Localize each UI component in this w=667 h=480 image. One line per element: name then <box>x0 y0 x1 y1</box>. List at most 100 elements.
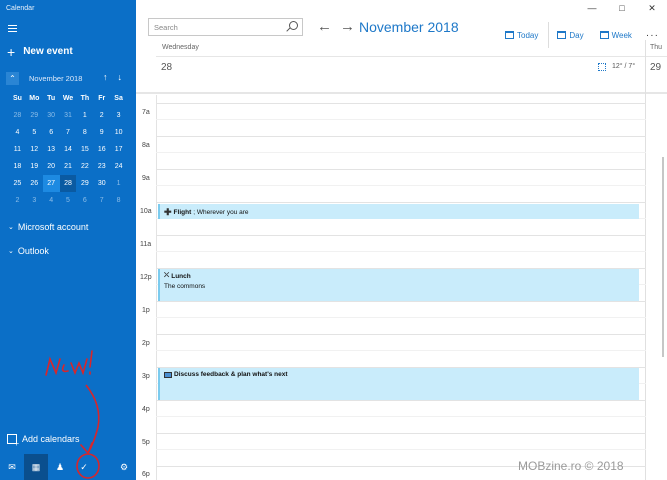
mini-calendar-today[interactable]: 27 <box>42 175 60 192</box>
mini-calendar-day[interactable]: 3 <box>26 192 43 209</box>
account-outlook[interactable]: ⌄ Outlook <box>8 246 49 256</box>
account-microsoft[interactable]: ⌄ Microsoft account <box>8 222 88 232</box>
mini-calendar-day[interactable]: 25 <box>9 175 26 192</box>
mini-calendar-day[interactable]: 12 <box>26 141 43 158</box>
close-icon[interactable]: ✕ <box>637 0 667 16</box>
current-month-title[interactable]: November 2018 <box>359 19 459 35</box>
next-day-weekday: Thu <box>650 44 663 51</box>
mini-calendar-day[interactable]: 15 <box>76 141 93 158</box>
mini-calendar-day[interactable]: 18 <box>9 158 26 175</box>
arrow-right-icon[interactable]: → <box>340 18 355 35</box>
mini-calendar-day[interactable]: 2 <box>93 107 110 124</box>
header-divider <box>156 56 667 57</box>
mail-icon[interactable]: ✉ <box>0 454 24 480</box>
mini-calendar-day[interactable]: 6 <box>43 124 60 141</box>
mini-calendar-day[interactable]: 21 <box>60 158 77 175</box>
mini-calendar-day[interactable]: 11 <box>9 141 26 158</box>
day-label: Day <box>569 30 584 40</box>
account-label: Microsoft account <box>17 222 89 232</box>
time-grid[interactable]: 7a 8a 9a 10a 11a 12p 1p 2p 3p 4p 5p 6p ✚… <box>136 95 667 480</box>
mini-calendar-day[interactable]: 23 <box>93 158 110 175</box>
day-column-weekday: Wednesday <box>162 44 199 51</box>
event-lunch[interactable]: ⛌ Lunch The commons <box>158 269 639 301</box>
mini-calendar-day[interactable]: 2 <box>9 192 26 209</box>
event-location: The commons <box>164 283 206 290</box>
mini-calendar-day[interactable]: 4 <box>9 124 26 141</box>
calendar-today-icon <box>505 31 514 39</box>
week-label: Week <box>611 30 632 40</box>
event-title: Lunch <box>171 272 191 280</box>
event-flight[interactable]: ✚ Flight; Wherever you are <box>158 204 639 219</box>
mini-calendar-day[interactable]: 8 <box>110 192 127 209</box>
mini-calendar-day[interactable]: 20 <box>43 158 60 175</box>
fork-knife-icon: ⛌ <box>164 272 170 279</box>
mini-calendar-day[interactable]: 30 <box>93 175 110 192</box>
mini-calendar-day[interactable]: 26 <box>26 175 43 192</box>
weather-temperature: 12° / 7° <box>612 63 636 70</box>
vertical-scrollbar[interactable] <box>662 157 664 357</box>
people-icon[interactable]: ♟ <box>48 454 72 480</box>
mini-calendar-selected-day[interactable]: 28 <box>59 175 77 192</box>
todo-icon[interactable]: ✓ <box>72 454 96 480</box>
mini-calendar-day[interactable]: 4 <box>43 192 60 209</box>
mini-calendar-day[interactable]: 17 <box>110 141 127 158</box>
today-button[interactable]: Today <box>505 31 538 40</box>
mini-calendar-day[interactable]: 19 <box>26 158 43 175</box>
more-options-icon[interactable]: ··· <box>646 30 659 41</box>
event-detail: ; Wherever you are <box>193 209 249 216</box>
mini-calendar-day[interactable]: 5 <box>60 192 77 209</box>
mini-calendar-day[interactable]: 6 <box>76 192 93 209</box>
mini-calendar-day[interactable]: 14 <box>60 141 77 158</box>
mini-calendar-day[interactable]: 29 <box>76 175 93 192</box>
weekday-header: Th <box>80 95 90 102</box>
account-label: Outlook <box>17 246 49 256</box>
weekday-header: Sa <box>114 95 123 102</box>
hamburger-menu-icon[interactable] <box>8 25 17 34</box>
week-view-button[interactable]: Week <box>599 30 632 40</box>
mini-calendar-day[interactable]: 28 <box>9 107 26 124</box>
arrow-left-icon[interactable]: ← <box>317 18 332 35</box>
minimize-icon[interactable]: — <box>577 0 607 16</box>
mini-calendar-day[interactable]: 22 <box>76 158 93 175</box>
mini-calendar-day[interactable]: 16 <box>93 141 110 158</box>
mini-calendar-day[interactable]: 30 <box>43 107 60 124</box>
new-event-button[interactable]: + New event <box>7 45 73 59</box>
mini-calendar-day[interactable]: 3 <box>110 107 127 124</box>
time-label: 8a <box>142 142 150 149</box>
time-label: 1p <box>142 307 150 314</box>
toolbar-divider <box>548 22 550 48</box>
mini-calendar-day[interactable]: 24 <box>110 158 127 175</box>
search-icon[interactable] <box>289 21 298 30</box>
mini-calendar-day[interactable]: 10 <box>110 124 127 141</box>
mini-calendar-day[interactable]: 1 <box>110 175 127 192</box>
search-input[interactable]: Search <box>148 18 303 36</box>
mini-calendar-month[interactable]: November 2018 <box>29 74 82 83</box>
day-view-button[interactable]: Day <box>557 30 584 40</box>
mini-calendar-day[interactable]: 5 <box>26 124 43 141</box>
mini-calendar-day[interactable]: 13 <box>43 141 60 158</box>
calendar-icon[interactable]: ▦ <box>24 454 48 480</box>
add-calendars-button[interactable]: Add calendars <box>7 434 80 448</box>
maximize-icon[interactable]: □ <box>607 0 637 16</box>
add-calendar-icon <box>7 434 19 448</box>
arrow-up-icon[interactable]: ↑ <box>103 72 108 82</box>
chevron-down-icon: ⌄ <box>8 248 14 255</box>
chevron-up-icon[interactable]: ⌃ <box>6 71 19 85</box>
event-title: Discuss feedback & plan what's next <box>174 371 288 378</box>
mini-calendar-day[interactable]: 29 <box>26 107 43 124</box>
mini-calendar-day[interactable]: 9 <box>93 124 110 141</box>
watermark: MOBzine.ro © 2018 <box>518 459 624 473</box>
weekday-header: We <box>62 95 74 102</box>
event-discuss-feedback[interactable]: Discuss feedback & plan what's next <box>158 368 639 400</box>
mini-calendar-day[interactable]: 7 <box>60 124 77 141</box>
settings-icon[interactable]: ⚙ <box>112 454 136 480</box>
window-controls: — □ ✕ <box>577 0 667 16</box>
time-label: 11a <box>140 241 152 248</box>
mini-calendar-day[interactable]: 8 <box>76 124 93 141</box>
arrow-down-icon[interactable]: ↓ <box>118 72 123 82</box>
mini-calendar-day[interactable]: 1 <box>76 107 93 124</box>
next-day-date[interactable]: 29 <box>650 62 661 73</box>
day-column-date[interactable]: 28 <box>161 62 172 73</box>
mini-calendar-day[interactable]: 7 <box>93 192 110 209</box>
mini-calendar-day[interactable]: 31 <box>60 107 77 124</box>
